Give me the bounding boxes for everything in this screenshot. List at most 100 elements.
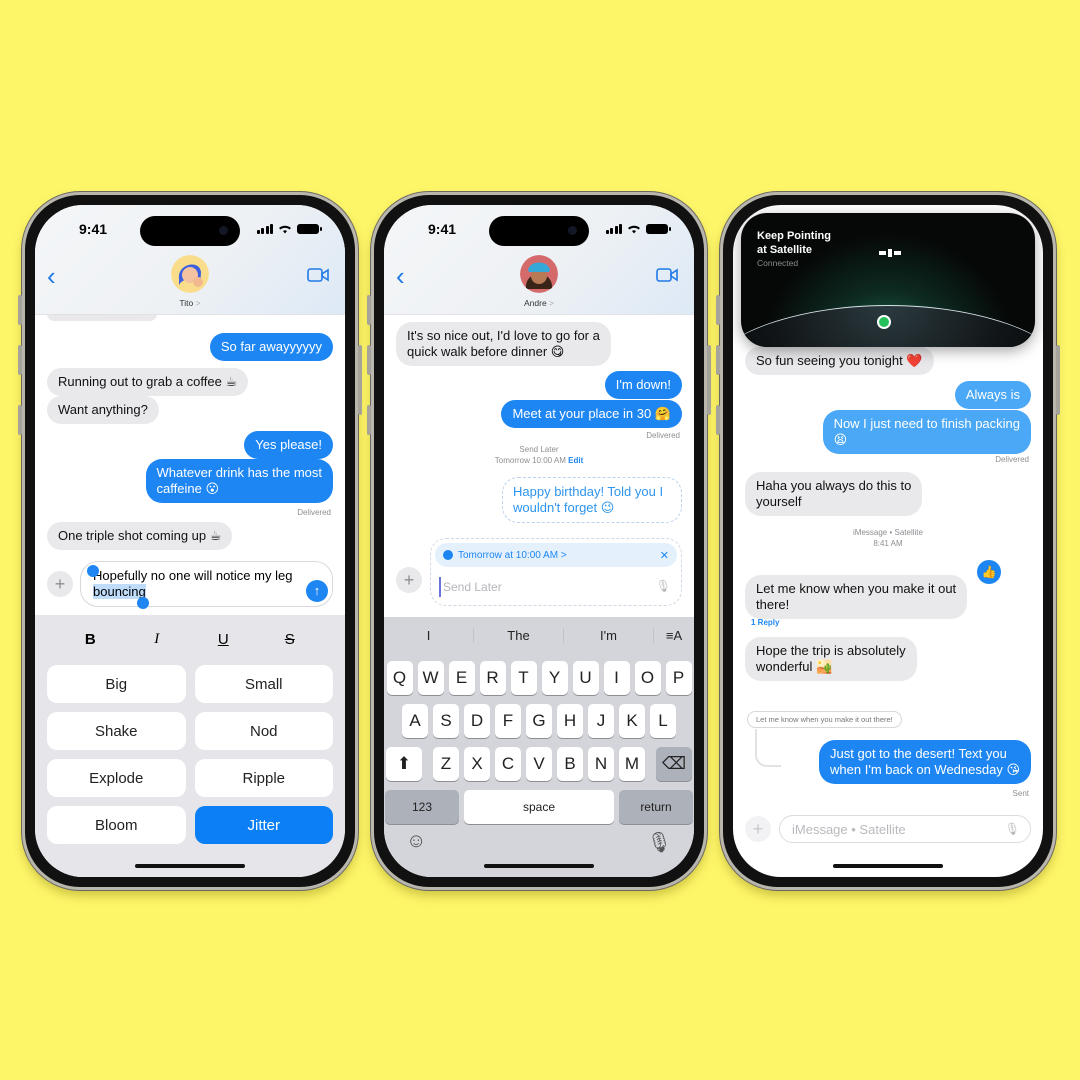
message-bubble-outgoing[interactable]: Whatever drink has the most caffeine 😮 <box>145 459 333 503</box>
suggestion[interactable]: I'm <box>564 627 654 643</box>
send-later-info: Send Later Tomorrow 10:00 AM Edit <box>494 445 584 465</box>
suggestion[interactable]: I <box>384 627 474 643</box>
key[interactable]: M <box>619 747 645 781</box>
message-bubble-incoming[interactable]: Hope the trip is absolutely wonderful 🏜️ <box>745 637 917 681</box>
scheduled-message-bubble[interactable]: Happy birthday! Told you I wouldn't forg… <box>502 477 682 523</box>
shift-key[interactable]: ⬆ <box>386 747 422 781</box>
key[interactable]: R <box>479 661 506 695</box>
key[interactable]: L <box>650 704 676 738</box>
message-bubble-outgoing[interactable]: Meet at your place in 30 🤗 <box>501 400 682 428</box>
effect-explode-button[interactable]: Explode <box>47 759 186 797</box>
key[interactable]: I <box>603 661 630 695</box>
backspace-key[interactable]: ⌫ <box>656 747 692 781</box>
key[interactable]: U <box>572 661 599 695</box>
key[interactable]: O <box>634 661 661 695</box>
cellular-signal-icon <box>256 224 273 234</box>
message-bubble-outgoing[interactable]: Just got to the desert! Text you when I'… <box>819 740 1031 784</box>
message-input[interactable]: Hopefully no one will notice my leg boun… <box>80 561 333 609</box>
microphone-icon[interactable]: 🎙 <box>1005 822 1020 836</box>
key[interactable]: N <box>588 747 614 781</box>
suggestion[interactable]: The <box>474 627 564 643</box>
message-bubble-incoming[interactable]: Let me know when you make it out there! <box>745 575 968 619</box>
key[interactable]: G <box>526 704 552 738</box>
message-bubble-incoming[interactable]: Haha you always do this to yourself <box>745 472 923 516</box>
key[interactable]: Q <box>386 661 413 695</box>
dictation-microphone-icon[interactable]: 🎙 <box>647 830 672 855</box>
close-icon[interactable]: ✕ <box>660 549 669 562</box>
key[interactable]: C <box>495 747 521 781</box>
effect-ripple-button[interactable]: Ripple <box>194 759 333 797</box>
home-indicator[interactable] <box>484 864 594 868</box>
key[interactable]: K <box>619 704 645 738</box>
send-later-input[interactable]: Send Later <box>439 577 651 597</box>
key[interactable]: A <box>402 704 428 738</box>
message-bubble-incoming[interactable]: Running out to grab a coffee ☕ <box>47 368 249 396</box>
effect-jitter-button[interactable]: Jitter <box>194 806 333 844</box>
space-key[interactable]: space <box>464 790 614 824</box>
key[interactable]: S <box>433 704 459 738</box>
contact-name[interactable]: Tito > <box>35 298 345 308</box>
plus-button[interactable]: + <box>396 567 422 593</box>
message-bubble-incoming[interactable]: Want anything? <box>47 396 159 424</box>
home-indicator[interactable] <box>833 864 943 868</box>
message-bubble-outgoing[interactable]: Yes please! <box>244 431 333 459</box>
back-chevron-icon[interactable]: ‹ <box>47 263 56 289</box>
italic-button[interactable]: I <box>142 631 172 648</box>
plus-button[interactable]: + <box>47 571 73 597</box>
effect-nod-button[interactable]: Nod <box>194 712 333 750</box>
schedule-time-pill[interactable]: Tomorrow at 10:00 AM > ✕ <box>435 543 677 567</box>
text-format-icon[interactable]: ≡A <box>654 628 694 643</box>
message-bubble-incoming[interactable]: It's so nice out, I'd love to go for a q… <box>396 322 611 366</box>
message-bubble-outgoing[interactable]: So far awayyyyyy <box>209 333 333 361</box>
effect-shake-button[interactable]: Shake <box>47 712 186 750</box>
contact-name[interactable]: Andre > <box>384 298 694 308</box>
message-bubble-incoming[interactable]: One triple shot coming up ☕ <box>47 522 233 550</box>
back-chevron-icon[interactable]: ‹ <box>396 263 405 289</box>
key[interactable]: P <box>665 661 692 695</box>
emoji-icon[interactable]: ☺ <box>406 830 426 855</box>
key[interactable]: Z <box>433 747 459 781</box>
thumbs-up-tapback-icon[interactable]: 👍 <box>977 560 1001 584</box>
phone-text-effects: ‹ Tito > 9:41 So far awayyyyyy Running o… <box>18 192 362 890</box>
screen: ‹ Tito > 9:41 So far awayyyyyy Running o… <box>35 205 345 877</box>
avatar-andre[interactable] <box>520 255 558 293</box>
message-input[interactable]: iMessage • Satellite 🎙 <box>779 815 1031 843</box>
effect-small-button[interactable]: Small <box>194 665 333 703</box>
strikethrough-button[interactable]: S <box>275 631 305 648</box>
key[interactable]: F <box>495 704 521 738</box>
key[interactable]: B <box>557 747 583 781</box>
message-bubble-incoming[interactable]: So fun seeing you tonight ❤️ <box>745 347 934 375</box>
return-key[interactable]: return <box>619 790 693 824</box>
key[interactable]: D <box>464 704 490 738</box>
avatar-tito[interactable] <box>171 255 209 293</box>
plus-button[interactable]: + <box>745 816 771 842</box>
video-camera-icon[interactable] <box>307 268 329 287</box>
selection-end-handle[interactable] <box>137 597 149 609</box>
key[interactable]: T <box>510 661 537 695</box>
microphone-icon[interactable]: 🎙 <box>656 579 671 593</box>
phone-satellite: Keep Pointing at Satellite Connected So … <box>716 192 1060 890</box>
reply-quote-preview[interactable]: Let me know when you make it out there! <box>747 711 902 728</box>
message-bubble-outgoing[interactable]: Always is <box>954 381 1031 409</box>
key[interactable]: Y <box>541 661 568 695</box>
message-bubble-outgoing[interactable]: Now I just need to finish packing 😫 <box>822 410 1031 454</box>
cellular-signal-icon <box>605 224 622 234</box>
message-bubble-outgoing[interactable]: I'm down! <box>604 371 682 399</box>
reply-count-link[interactable]: 1 Reply <box>751 618 779 627</box>
key[interactable]: W <box>417 661 444 695</box>
key[interactable]: H <box>557 704 583 738</box>
video-camera-icon[interactable] <box>656 268 678 287</box>
edit-link[interactable]: Edit <box>568 456 583 465</box>
key[interactable]: V <box>526 747 552 781</box>
key[interactable]: X <box>464 747 490 781</box>
send-arrow-icon[interactable]: ↑ <box>306 580 328 602</box>
bold-button[interactable]: B <box>75 631 105 648</box>
numbers-key[interactable]: 123 <box>385 790 459 824</box>
home-indicator[interactable] <box>135 864 245 868</box>
selection-start-handle[interactable] <box>87 565 99 577</box>
key[interactable]: J <box>588 704 614 738</box>
key[interactable]: E <box>448 661 475 695</box>
effect-bloom-button[interactable]: Bloom <box>47 806 186 844</box>
effect-big-button[interactable]: Big <box>47 665 186 703</box>
underline-button[interactable]: U <box>208 631 238 648</box>
